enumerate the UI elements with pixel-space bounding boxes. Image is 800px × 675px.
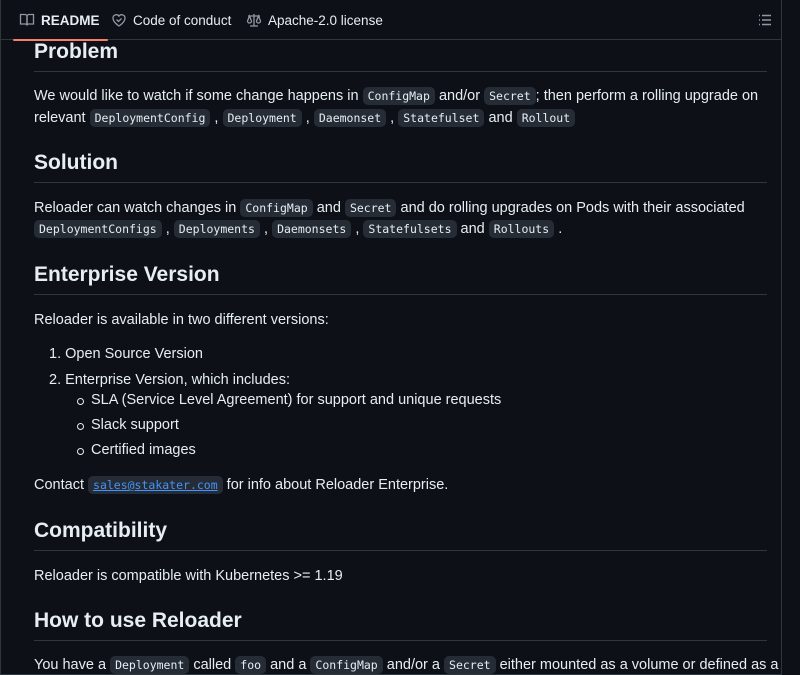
heading-enterprise-version: Enterprise Version [34,263,220,286]
enterprise-intro: Reloader is available in two different v… [34,312,329,328]
inline-code: Daemonset [313,109,387,127]
tab-license[interactable]: Apache-2.0 license [246,0,383,40]
heading-divider [34,640,767,641]
heading-compatibility: Compatibility [34,519,168,542]
tab-code-of-conduct-label: Code of conduct [133,12,232,28]
heading-divider [34,182,767,183]
inline-code: Deployments [173,220,260,238]
table-of-contents-button[interactable] [753,8,777,32]
heading-divider [34,294,767,295]
inline-code: Secret [344,199,397,217]
solution-paragraph-line1: Reloader can watch changes in ConfigMap … [34,199,745,217]
bullet-icon [77,448,84,455]
heart-icon [111,12,127,28]
list-unordered-icon [759,14,771,26]
inline-code: Daemonsets [272,220,352,238]
heading-divider [34,550,767,551]
tab-readme[interactable]: README [13,0,107,41]
inline-code: Deployment [222,109,302,127]
inline-code: ConfigMap [240,199,313,217]
list-item: 1. Open Source Version [49,346,203,362]
problem-paragraph-line2: relevant DeploymentConfig , Deployment ,… [34,109,576,127]
inline-code: Deployment [110,656,190,674]
law-icon [246,12,262,28]
inline-code: ConfigMap [362,87,435,105]
sub-list-item: SLA (Service Level Agreement) for suppor… [91,392,502,408]
howto-paragraph-line1: You have a Deployment called foo and a C… [34,656,779,674]
tab-readme-label: README [41,12,100,28]
inline-code: DeploymentConfig [89,109,211,127]
enterprise-contact: Contact sales@stakater.com for info abou… [34,476,449,494]
bullet-icon [77,423,84,430]
book-icon [19,12,35,28]
heading-how-to-use: How to use Reloader [34,609,242,632]
list-item: 2. Enterprise Version, which includes: [49,372,290,388]
inline-code: Rollouts [488,220,555,238]
readme-panel: README Code of conduct Apache-2.0 licens… [0,0,782,675]
inline-code: DeploymentConfigs [34,220,162,238]
tab-code-of-conduct[interactable]: Code of conduct [111,0,231,40]
problem-paragraph-line1: We would like to watch if some change ha… [34,87,759,105]
email-link[interactable]: sales@stakater.com [88,476,223,494]
sub-list-item: Certified images [91,442,196,458]
sub-list-item: Slack support [91,417,179,433]
heading-divider [34,71,767,72]
compatibility-text: Reloader is compatible with Kubernetes >… [34,568,343,584]
inline-code: foo [235,656,267,674]
heading-solution: Solution [34,151,118,174]
inline-code: Secret [444,656,496,674]
inline-code: ConfigMap [310,656,383,674]
bullet-icon [77,398,84,405]
readme-content: Problem We would like to watch if some c… [1,40,781,674]
page-scrollbar[interactable] [782,0,800,675]
tab-license-label: Apache-2.0 license [268,12,383,28]
inline-code: Statefulset [398,109,485,127]
solution-paragraph-line2: DeploymentConfigs , Deployments , Daemon… [34,220,562,238]
inline-code: Rollout [516,109,576,127]
readme-tab-bar: README Code of conduct Apache-2.0 licens… [1,0,781,41]
inline-code: Secret [484,87,536,105]
inline-code: Statefulsets [363,220,457,238]
heading-problem: Problem [34,40,119,63]
